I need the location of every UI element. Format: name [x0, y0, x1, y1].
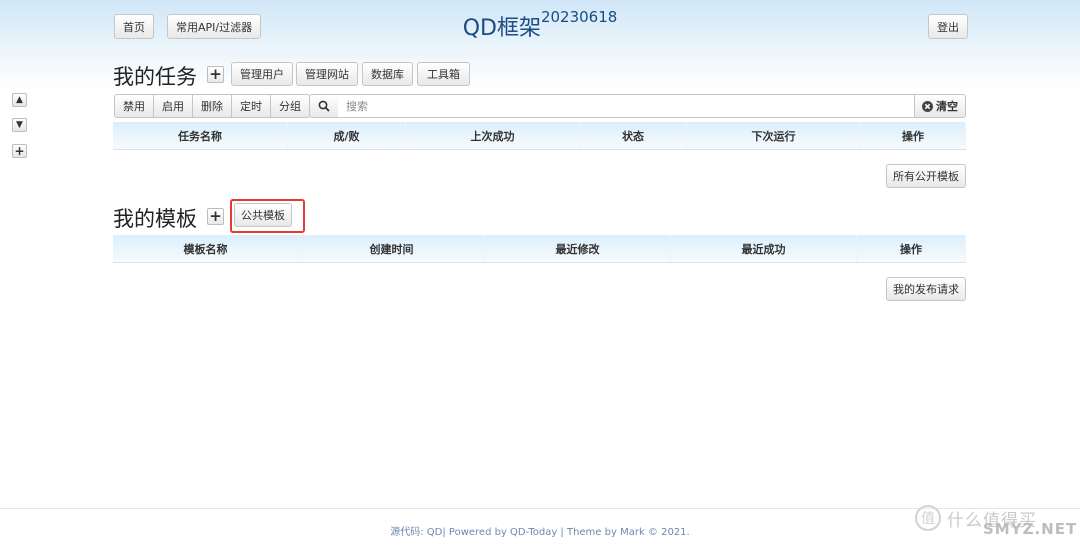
tasks-title: 我的任务	[113, 65, 197, 89]
toolbox-button[interactable]: 工具箱	[417, 62, 470, 86]
scroll-up-icon[interactable]: ▲	[12, 93, 27, 107]
annotation-highlight-box	[230, 199, 305, 233]
column-header: 下次运行	[687, 122, 861, 149]
templates-title: 我的模板	[113, 207, 197, 231]
column-header: 操作	[861, 122, 966, 149]
clear-button[interactable]: 清空	[914, 94, 966, 118]
column-header: 创建时间	[299, 235, 485, 262]
all-public-templates-button[interactable]: 所有公开模板	[886, 164, 966, 188]
search-input[interactable]	[338, 94, 915, 118]
column-header: 模板名称	[113, 235, 299, 262]
task-action-group: 禁用 启用 删除 定时 分组	[114, 94, 310, 118]
delete-button[interactable]: 删除	[192, 94, 232, 118]
add-icon[interactable]: +	[12, 144, 27, 158]
enable-button[interactable]: 启用	[153, 94, 193, 118]
search-icon[interactable]	[309, 94, 339, 118]
logout-button[interactable]: 登出	[928, 14, 968, 39]
clear-label: 清空	[936, 100, 958, 113]
column-header: 操作	[857, 235, 966, 262]
group-button[interactable]: 分组	[270, 94, 310, 118]
column-header: 成/败	[288, 122, 406, 149]
page-title: QD框架20230618	[462, 8, 618, 41]
manage-users-button[interactable]: 管理用户	[231, 62, 293, 86]
schedule-button[interactable]: 定时	[231, 94, 271, 118]
my-publish-requests-button[interactable]: 我的发布请求	[886, 277, 966, 301]
manage-sites-button[interactable]: 管理网站	[296, 62, 358, 86]
add-task-button[interactable]: +	[207, 66, 224, 83]
scroll-down-icon[interactable]: ▼	[12, 118, 27, 132]
add-template-button[interactable]: +	[207, 208, 224, 225]
column-header: 最近修改	[485, 235, 671, 262]
column-header: 上次成功	[406, 122, 580, 149]
version: 20230618	[540, 8, 618, 26]
column-header: 状态	[580, 122, 687, 149]
disable-button[interactable]: 禁用	[114, 94, 154, 118]
watermark-logo-icon: 值	[915, 505, 941, 531]
watermark-overlay: SMYZ.NET	[983, 520, 1078, 538]
clear-icon	[922, 100, 933, 112]
templates-table-header: 模板名称 创建时间 最近修改 最近成功 操作	[113, 235, 966, 263]
tasks-table-header: 任务名称 成/败 上次成功 状态 下次运行 操作	[113, 122, 966, 150]
column-header: 最近成功	[671, 235, 857, 262]
database-button[interactable]: 数据库	[362, 62, 413, 86]
column-header: 任务名称	[113, 122, 288, 149]
